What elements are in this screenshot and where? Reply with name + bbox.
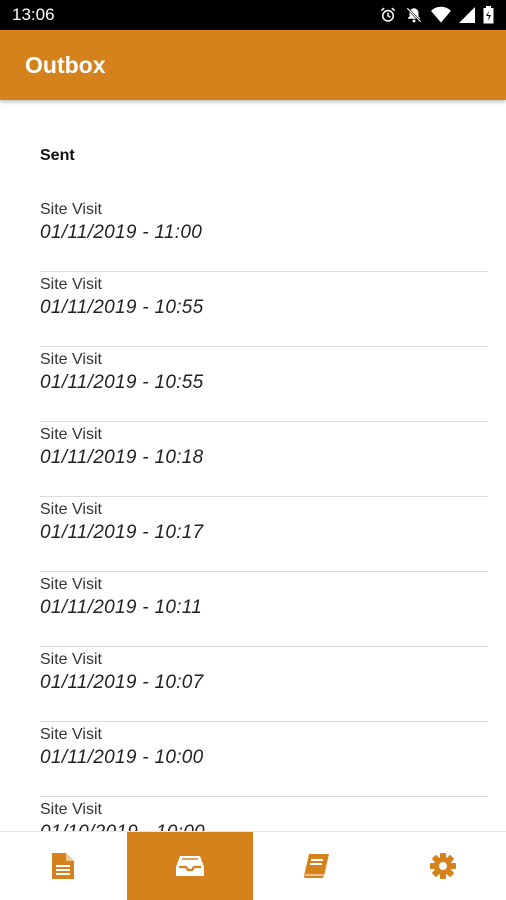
inbox-tray-icon	[175, 854, 205, 878]
status-time: 13:06	[12, 5, 55, 24]
book-icon	[302, 853, 330, 879]
item-datetime: 01/11/2019 - 10:07	[40, 672, 204, 693]
item-datetime: 01/11/2019 - 11:00	[40, 222, 203, 243]
list-item[interactable]: Site Visit 01/10/2019 - 10:00	[40, 797, 488, 831]
list-item[interactable]: Site Visit 01/11/2019 - 10:55	[40, 347, 488, 422]
page-title: Outbox	[25, 51, 106, 78]
item-datetime: 01/11/2019 - 10:55	[40, 297, 204, 318]
item-title: Site Visit	[40, 426, 102, 443]
item-title: Site Visit	[40, 726, 102, 743]
item-title: Site Visit	[40, 651, 102, 668]
list-item[interactable]: Site Visit 01/11/2019 - 10:55	[40, 272, 488, 347]
battery-icon	[483, 6, 494, 24]
wifi-icon	[431, 6, 451, 24]
nav-item-library[interactable]	[253, 832, 380, 900]
item-title: Site Visit	[40, 351, 102, 368]
item-title: Site Visit	[40, 201, 102, 218]
document-icon	[51, 852, 75, 880]
alarm-icon	[379, 6, 397, 24]
list-item[interactable]: Site Visit 01/11/2019 - 10:00	[40, 722, 488, 797]
list-item[interactable]: Site Visit 01/11/2019 - 10:17	[40, 497, 488, 572]
item-title: Site Visit	[40, 576, 102, 593]
nav-item-documents[interactable]	[0, 832, 127, 900]
item-datetime: 01/11/2019 - 10:00	[40, 747, 204, 768]
item-title: Site Visit	[40, 276, 102, 293]
nav-item-settings[interactable]	[380, 832, 506, 900]
status-icons	[379, 6, 494, 24]
bottom-nav	[0, 831, 506, 900]
list-item[interactable]: Site Visit 01/11/2019 - 10:07	[40, 647, 488, 722]
section-header-sent: Sent	[40, 147, 75, 164]
item-datetime: 01/11/2019 - 10:17	[40, 522, 204, 543]
outbox-content[interactable]: Sent Site Visit 01/11/2019 - 11:00 Site …	[0, 100, 506, 831]
gear-icon	[429, 852, 457, 880]
signal-icon	[459, 7, 475, 23]
item-datetime: 01/10/2019 - 10:00	[40, 820, 488, 831]
item-title: Site Visit	[40, 801, 102, 818]
notifications-off-icon	[405, 6, 423, 24]
item-datetime: 01/11/2019 - 10:55	[40, 372, 204, 393]
list-item[interactable]: Site Visit 01/11/2019 - 10:18	[40, 422, 488, 497]
list-item[interactable]: Site Visit 01/11/2019 - 11:00	[40, 197, 488, 272]
item-datetime: 01/11/2019 - 10:18	[40, 447, 204, 468]
item-title: Site Visit	[40, 501, 102, 518]
app-bar: Outbox	[0, 30, 506, 100]
item-datetime: 01/11/2019 - 10:11	[40, 597, 203, 618]
list-item[interactable]: Site Visit 01/11/2019 - 10:11	[40, 572, 488, 647]
nav-item-outbox[interactable]	[126, 832, 253, 900]
outbox-list: Site Visit 01/11/2019 - 11:00 Site Visit…	[40, 197, 488, 831]
status-bar: 13:06	[0, 0, 506, 30]
